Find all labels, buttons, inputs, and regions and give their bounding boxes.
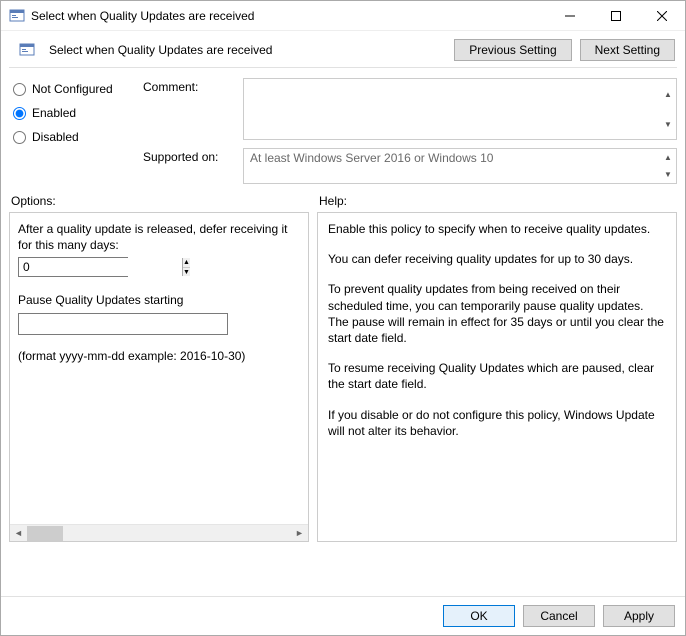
supported-on-box: At least Windows Server 2016 or Windows … bbox=[243, 148, 677, 184]
maximize-button[interactable] bbox=[593, 1, 639, 30]
radio-not-configured[interactable]: Not Configured bbox=[13, 82, 143, 96]
help-text: You can defer receiving quality updates … bbox=[328, 251, 666, 267]
radio-label: Not Configured bbox=[32, 82, 113, 96]
defer-days-label: After a quality update is released, defe… bbox=[18, 221, 300, 253]
defer-days-input[interactable] bbox=[19, 258, 182, 276]
comment-textarea[interactable]: ▲ ▼ bbox=[243, 78, 677, 140]
supported-on-value: At least Windows Server 2016 or Windows … bbox=[250, 151, 493, 165]
apply-button[interactable]: Apply bbox=[603, 605, 675, 627]
scroll-up-icon[interactable]: ▲ bbox=[660, 149, 676, 166]
radio-enabled-input[interactable] bbox=[13, 107, 26, 120]
scroll-down-icon[interactable]: ▼ bbox=[660, 166, 676, 183]
defer-days-spinner[interactable]: ▲ ▼ bbox=[18, 257, 128, 277]
radio-not-configured-input[interactable] bbox=[13, 83, 26, 96]
radio-disabled[interactable]: Disabled bbox=[13, 130, 143, 144]
minimize-button[interactable] bbox=[547, 1, 593, 30]
help-text: To prevent quality updates from being re… bbox=[328, 281, 666, 346]
policy-icon bbox=[19, 42, 35, 58]
dialog-footer: OK Cancel Apply bbox=[1, 596, 685, 635]
close-button[interactable] bbox=[639, 1, 685, 30]
ok-button[interactable]: OK bbox=[443, 605, 515, 627]
divider bbox=[9, 67, 677, 68]
scroll-down-icon[interactable]: ▼ bbox=[660, 109, 676, 139]
next-setting-button[interactable]: Next Setting bbox=[580, 39, 675, 61]
spin-down-icon[interactable]: ▼ bbox=[183, 268, 190, 277]
scroll-right-icon[interactable]: ► bbox=[291, 525, 308, 542]
help-text: Enable this policy to specify when to re… bbox=[328, 221, 666, 237]
scrollbar-thumb[interactable] bbox=[27, 526, 63, 541]
date-format-hint: (format yyyy-mm-dd example: 2016-10-30) bbox=[18, 349, 300, 363]
horizontal-scrollbar[interactable]: ◄ ► bbox=[10, 524, 308, 541]
state-radio-group: Not Configured Enabled Disabled bbox=[13, 78, 143, 184]
help-heading: Help: bbox=[319, 194, 347, 208]
titlebar: Select when Quality Updates are received bbox=[1, 1, 685, 31]
header: Select when Quality Updates are received… bbox=[1, 31, 685, 67]
radio-label: Enabled bbox=[32, 106, 76, 120]
radio-disabled-input[interactable] bbox=[13, 131, 26, 144]
scroll-up-icon[interactable]: ▲ bbox=[660, 79, 676, 109]
scroll-left-icon[interactable]: ◄ bbox=[10, 525, 27, 542]
previous-setting-button[interactable]: Previous Setting bbox=[454, 39, 571, 61]
window-title: Select when Quality Updates are received bbox=[31, 9, 547, 23]
help-panel: Enable this policy to specify when to re… bbox=[317, 212, 677, 542]
options-heading: Options: bbox=[11, 194, 319, 208]
help-text: To resume receiving Quality Updates whic… bbox=[328, 360, 666, 392]
page-title: Select when Quality Updates are received bbox=[49, 43, 446, 57]
comment-label: Comment: bbox=[143, 78, 233, 94]
radio-enabled[interactable]: Enabled bbox=[13, 106, 143, 120]
cancel-button[interactable]: Cancel bbox=[523, 605, 595, 627]
options-panel: After a quality update is released, defe… bbox=[9, 212, 309, 542]
supported-label: Supported on: bbox=[143, 148, 233, 164]
pause-date-input[interactable] bbox=[18, 313, 228, 335]
spin-up-icon[interactable]: ▲ bbox=[183, 258, 190, 268]
policy-icon bbox=[9, 8, 25, 24]
help-text: If you disable or do not configure this … bbox=[328, 407, 666, 439]
pause-updates-label: Pause Quality Updates starting bbox=[18, 293, 300, 307]
radio-label: Disabled bbox=[32, 130, 79, 144]
